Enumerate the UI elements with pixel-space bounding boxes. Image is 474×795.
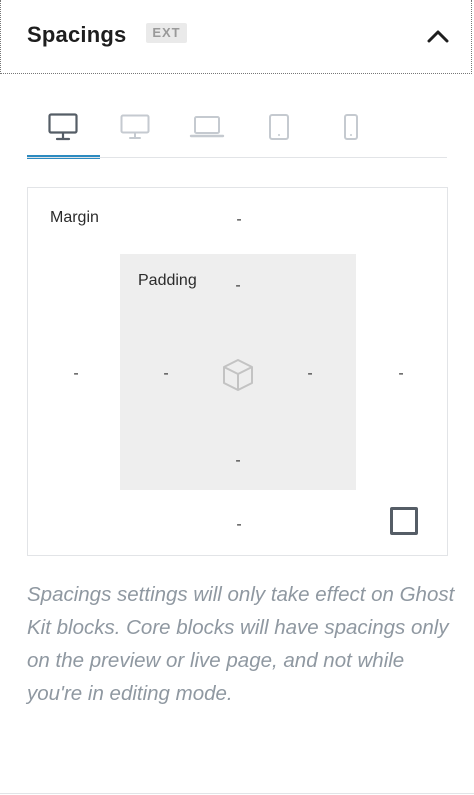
margin-left-input[interactable]: - — [61, 365, 91, 383]
spacing-box: Margin - - - - Padding - - - - — [27, 187, 448, 556]
bottom-divider — [0, 793, 474, 794]
desktop-icon — [48, 113, 78, 141]
tab-desktop-small[interactable] — [99, 95, 171, 159]
padding-right-input[interactable]: - — [295, 365, 325, 383]
desktop-small-icon — [120, 114, 150, 139]
ext-badge: EXT — [146, 23, 187, 43]
padding-bottom-input[interactable]: - — [223, 452, 253, 470]
link-toggle-checkbox[interactable] — [390, 507, 418, 535]
tab-mobile[interactable] — [315, 95, 387, 159]
tab-desktop[interactable] — [27, 95, 100, 159]
margin-top-input[interactable]: - — [224, 211, 254, 229]
collapse-button[interactable] — [420, 20, 456, 52]
mobile-icon — [344, 114, 358, 140]
margin-right-input[interactable]: - — [386, 365, 416, 383]
laptop-icon — [189, 116, 225, 138]
device-tabs — [27, 95, 447, 159]
chevron-up-icon — [427, 30, 449, 43]
tab-tablet[interactable] — [243, 95, 315, 159]
cube-icon — [223, 359, 253, 391]
padding-top-input[interactable]: - — [223, 277, 253, 295]
tab-laptop[interactable] — [171, 95, 243, 159]
tablet-icon — [269, 114, 289, 140]
padding-box: Padding - - - - — [120, 254, 356, 490]
panel-header: Spacings EXT — [0, 0, 472, 74]
padding-label: Padding — [138, 272, 197, 289]
help-text: Spacings settings will only take effect … — [27, 583, 455, 705]
tabs-divider — [27, 157, 447, 158]
panel-title: Spacings — [27, 22, 127, 47]
padding-left-input[interactable]: - — [151, 365, 181, 383]
margin-label: Margin — [50, 209, 99, 226]
margin-bottom-input[interactable]: - — [224, 516, 254, 534]
